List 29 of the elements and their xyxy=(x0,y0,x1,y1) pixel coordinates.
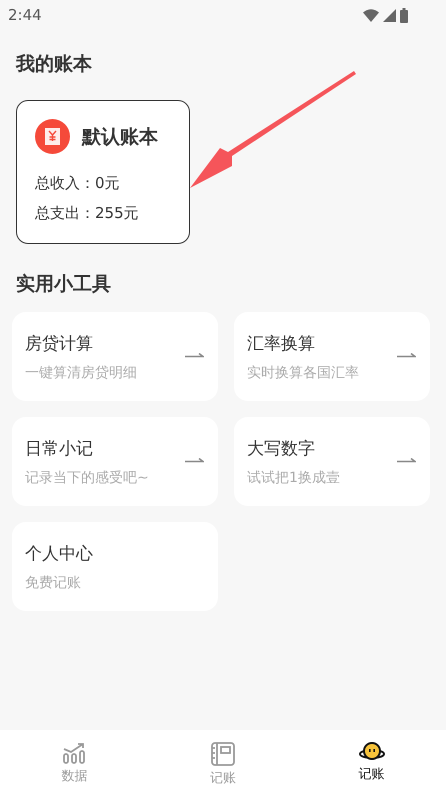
bar-chart-icon xyxy=(63,742,86,764)
tool-card[interactable]: 大写数字 试试把1换成壹 xyxy=(234,417,430,506)
income-text: 总收入：0元 xyxy=(35,173,120,194)
tool-title: 汇率换算 xyxy=(247,332,316,354)
ledger-name: 默认账本 xyxy=(82,124,158,150)
tool-title: 个人中心 xyxy=(25,542,93,564)
tool-title: 房贷计算 xyxy=(25,332,94,354)
tool-subtitle: 实时换算各国汇率 xyxy=(247,364,359,382)
tool-subtitle: 一键算清房贷明细 xyxy=(25,364,137,382)
tool-card[interactable]: 个人中心 免费记账 xyxy=(12,522,218,611)
nav-tab[interactable]: 记账 xyxy=(297,730,446,789)
tool-card[interactable]: 房贷计算 一键算清房贷明细 xyxy=(12,312,218,401)
expense-text: 总支出：255元 xyxy=(35,203,139,224)
tool-subtitle: 免费记账 xyxy=(25,574,82,592)
tool-title: 日常小记 xyxy=(25,438,94,460)
section-title: 我的账本 xyxy=(16,52,92,76)
signal-icon xyxy=(383,8,396,22)
ledger-icon xyxy=(35,119,70,154)
tool-subtitle: 记录当下的感受吧~ xyxy=(25,468,149,486)
mascot-icon xyxy=(358,742,385,762)
tool-title: 大写数字 xyxy=(247,438,316,460)
tool-subtitle: 试试把1换成壹 xyxy=(247,468,340,486)
battery-icon xyxy=(400,8,408,22)
tool-card[interactable]: 日常小记 记录当下的感受吧~ xyxy=(12,417,218,506)
tool-card[interactable]: 汇率换算 实时换算各国汇率 xyxy=(234,312,430,401)
status-time: 2:44 xyxy=(8,6,42,24)
wifi-icon xyxy=(363,8,379,22)
section-title: 实用小工具 xyxy=(16,272,111,296)
notebook-icon xyxy=(211,742,235,766)
